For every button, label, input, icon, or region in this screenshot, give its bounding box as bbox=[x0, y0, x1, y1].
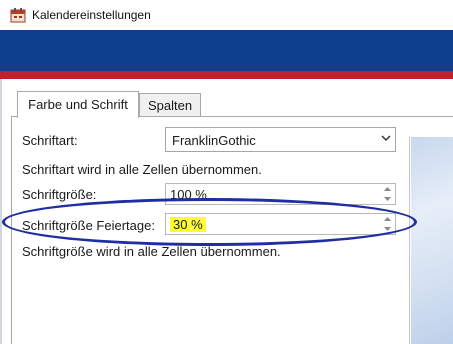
spin-up-icon[interactable] bbox=[383, 216, 392, 222]
chevron-down-icon[interactable] bbox=[381, 133, 391, 143]
font-note: Schriftart wird in alle Zellen übernomme… bbox=[22, 162, 262, 177]
header-banner-blue bbox=[0, 30, 453, 71]
font-dropdown[interactable]: FranklinGothic bbox=[165, 127, 396, 152]
font-label: Schriftart: bbox=[22, 133, 78, 148]
tab-farbe-und-schrift[interactable]: Farbe und Schrift bbox=[17, 91, 139, 118]
window-left-edge bbox=[0, 79, 2, 344]
font-size-label: Schriftgröße: bbox=[22, 187, 97, 202]
spin-up-icon[interactable] bbox=[383, 186, 392, 192]
window-title: Kalendereinstellungen bbox=[32, 8, 151, 22]
holiday-font-size-stepper[interactable]: 30 % bbox=[165, 213, 396, 235]
font-size-stepper[interactable]: 100 % bbox=[165, 183, 396, 205]
font-dropdown-value: FranklinGothic bbox=[172, 133, 256, 148]
spin-down-icon[interactable] bbox=[383, 196, 392, 202]
header-banner-red bbox=[0, 71, 453, 79]
holiday-font-size-label: Schriftgröße Feiertage: bbox=[22, 218, 155, 233]
title-bar: Kalendereinstellungen bbox=[0, 0, 453, 30]
calendar-app-icon bbox=[10, 8, 26, 23]
spin-down-icon[interactable] bbox=[383, 226, 392, 232]
font-size-value: 100 % bbox=[170, 187, 207, 202]
holiday-font-size-value: 30 % bbox=[170, 217, 206, 232]
tab-spalten[interactable]: Spalten bbox=[139, 93, 201, 116]
holiday-font-size-note: Schriftgröße wird in alle Zellen übernom… bbox=[22, 244, 281, 259]
preview-divider bbox=[409, 137, 410, 344]
preview-area bbox=[411, 137, 453, 344]
